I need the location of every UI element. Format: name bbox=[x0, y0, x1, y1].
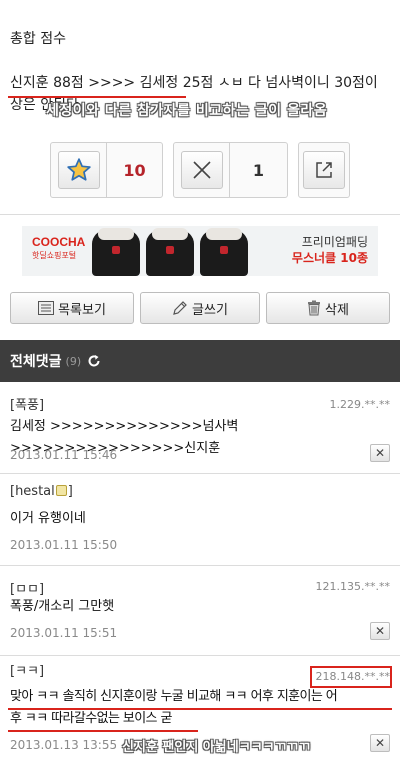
post-title: 총합 점수 bbox=[10, 31, 66, 47]
comment-delete-button[interactable]: ✕ bbox=[370, 622, 390, 640]
post-annotation: 세정이와 다른 참가자를 비교하는 글이 올라옴 bbox=[46, 103, 328, 119]
comments-count: (9) bbox=[65, 354, 82, 368]
x-icon bbox=[180, 151, 223, 189]
bottom-annotation: 신지훈 팬인지 아뉢네ㅋㅋㅋㄲㄲㄲ bbox=[122, 740, 311, 755]
comment-delete-button[interactable]: ✕ bbox=[370, 444, 390, 462]
banner-text: 프리미엄패딩 무스너클 10종 bbox=[291, 235, 368, 265]
comment-item: [hestal] 이거 유행이네 2013.01.11 15:50 bbox=[0, 474, 400, 566]
jacket-image bbox=[200, 228, 248, 276]
comment-author: [ㅋㅋ] bbox=[10, 664, 45, 679]
star-icon bbox=[57, 151, 100, 189]
comment-ip: 121.135.**.** bbox=[315, 580, 390, 593]
recommend-button[interactable]: 10 bbox=[50, 142, 163, 198]
comments-title: 전체댓글 bbox=[10, 354, 62, 370]
comment-delete-button[interactable]: ✕ bbox=[370, 734, 390, 752]
trash-icon bbox=[308, 300, 321, 316]
comment-author: [hestal] bbox=[10, 484, 73, 499]
share-icon bbox=[303, 151, 345, 189]
comment-date: 2013.01.11 15:46 bbox=[10, 448, 118, 462]
comment-date: 2013.01.11 15:51 bbox=[10, 626, 118, 640]
comment-author: [폭풍] bbox=[10, 398, 45, 413]
disagree-button[interactable]: 1 bbox=[173, 142, 288, 198]
pencil-icon bbox=[173, 301, 187, 315]
jacket-image bbox=[146, 228, 194, 276]
list-button[interactable]: 목록보기 bbox=[10, 292, 134, 324]
member-badge-icon bbox=[55, 485, 67, 496]
comment-date: 2013.01.13 13:55 bbox=[10, 738, 118, 752]
recommend-count: 10 bbox=[123, 160, 146, 180]
comment-item: [ㅁㅁ] 121.135.**.** 폭풍/개소리 그만햇 2013.01.11… bbox=[0, 566, 400, 656]
divider bbox=[0, 214, 400, 215]
highlight-underline bbox=[8, 708, 392, 710]
comment-item: [폭풍] 1.229.**.** 김세정 >>>>>>>>>>>>>>넘사벽>>… bbox=[0, 382, 400, 474]
comment-date: 2013.01.11 15:50 bbox=[10, 538, 118, 552]
comment-text: 이거 유행이네 bbox=[10, 511, 86, 526]
highlight-underline bbox=[8, 96, 186, 98]
share-button[interactable] bbox=[298, 142, 350, 198]
disagree-count: 1 bbox=[252, 160, 265, 180]
ip-highlight-box bbox=[310, 666, 392, 688]
comment-text: 폭풍/개소리 그만햇 bbox=[10, 599, 115, 614]
refresh-icon[interactable] bbox=[87, 354, 101, 368]
list-icon bbox=[38, 301, 55, 315]
comment-author: [ㅁㅁ] bbox=[10, 582, 45, 597]
write-button[interactable]: 글쓰기 bbox=[140, 292, 260, 324]
jacket-image bbox=[92, 228, 140, 276]
delete-button[interactable]: 삭제 bbox=[266, 292, 390, 324]
comment-ip: 1.229.**.** bbox=[329, 398, 390, 411]
highlight-underline bbox=[8, 730, 198, 732]
banner-logo: COOCHA 핫딜쇼핑포털 bbox=[32, 235, 86, 260]
ad-banner[interactable]: COOCHA 핫딜쇼핑포털 프리미엄패딩 무스너클 10종 bbox=[22, 226, 378, 276]
comments-header: 전체댓글 (9) bbox=[0, 340, 400, 382]
